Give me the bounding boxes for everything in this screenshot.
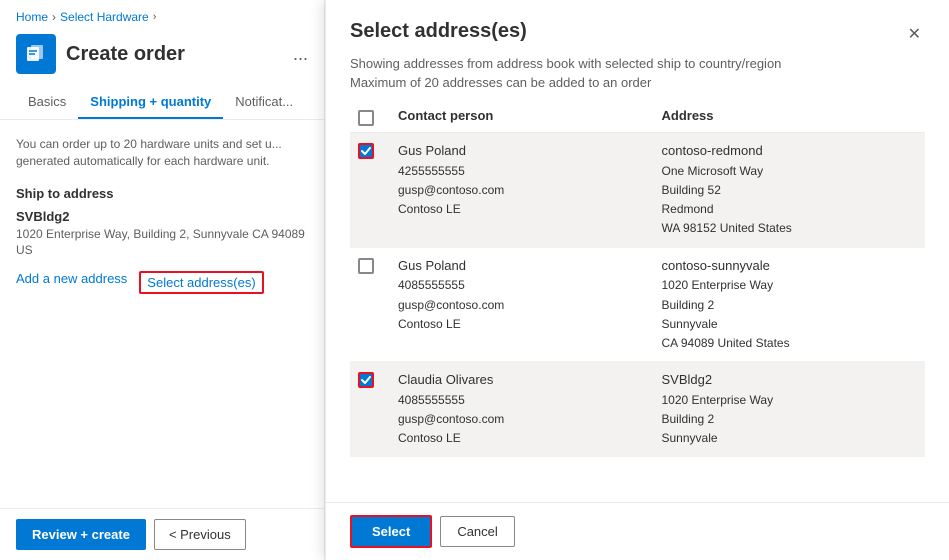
- row3-checkbox[interactable]: [358, 372, 374, 388]
- row1-address: contoso-redmond One Microsoft Way Buildi…: [662, 141, 918, 239]
- ship-section-label: Ship to address: [16, 186, 308, 201]
- breadcrumb-current[interactable]: Select Hardware: [60, 10, 149, 24]
- select-button[interactable]: Select: [350, 515, 432, 548]
- cancel-button[interactable]: Cancel: [440, 516, 514, 547]
- tab-notification[interactable]: Notificat...: [223, 86, 305, 119]
- modal-title: Select address(es): [350, 20, 527, 43]
- address-table: Contact person Address Gus Poland 425555…: [350, 102, 925, 502]
- table-row: Gus Poland 4255555555 gusp@contoso.com C…: [350, 133, 925, 248]
- review-create-button[interactable]: Review + create: [16, 519, 146, 550]
- row3-address: SVBldg2 1020 Enterprise Way Building 2 S…: [662, 370, 918, 448]
- ship-address: 1020 Enterprise Way, Building 2, Sunnyva…: [16, 226, 308, 260]
- left-panel: Home › Select Hardware › Create order ..…: [0, 0, 325, 560]
- table-header: Contact person Address: [350, 102, 925, 133]
- close-button[interactable]: ✕: [904, 20, 925, 48]
- row1-checkbox[interactable]: [358, 143, 374, 159]
- add-address-link[interactable]: Add a new address: [16, 271, 127, 294]
- breadcrumb: Home › Select Hardware ›: [0, 0, 324, 30]
- modal-desc2: Maximum of 20 addresses can be added to …: [326, 75, 949, 102]
- col-contact-header: Contact person: [398, 108, 654, 126]
- ship-name: SVBldg2: [16, 209, 308, 224]
- modal-desc1: Showing addresses from address book with…: [326, 48, 949, 75]
- row2-address: contoso-sunnyvale 1020 Enterprise Way Bu…: [662, 256, 918, 354]
- row1-contact: Gus Poland 4255555555 gusp@contoso.com C…: [398, 141, 654, 219]
- modal-header: Select address(es) ✕: [326, 0, 949, 48]
- bottom-bar: Review + create < Previous: [0, 508, 324, 560]
- select-address-link[interactable]: Select address(es): [139, 271, 263, 294]
- col-address-header: Address: [662, 108, 918, 126]
- previous-button[interactable]: < Previous: [154, 519, 246, 550]
- breadcrumb-home[interactable]: Home: [16, 10, 48, 24]
- table-row: Claudia Olivares 4085555555 gusp@contoso…: [350, 362, 925, 457]
- modal-footer: Select Cancel: [326, 502, 949, 560]
- order-icon: [16, 34, 56, 74]
- more-options[interactable]: ...: [293, 44, 308, 65]
- action-links: Add a new address Select address(es): [16, 271, 308, 294]
- order-header: Create order ...: [0, 30, 324, 86]
- tab-bar: Basics Shipping + quantity Notificat...: [0, 86, 324, 120]
- modal-panel: Select address(es) ✕ Showing addresses f…: [325, 0, 949, 560]
- panel-content: You can order up to 20 hardware units an…: [0, 120, 324, 508]
- tab-basics[interactable]: Basics: [16, 86, 78, 119]
- tab-shipping[interactable]: Shipping + quantity: [78, 86, 223, 119]
- breadcrumb-sep1: ›: [52, 10, 56, 24]
- row2-checkbox[interactable]: [358, 258, 374, 274]
- header-checkbox[interactable]: [358, 110, 374, 126]
- row3-contact: Claudia Olivares 4085555555 gusp@contoso…: [398, 370, 654, 448]
- table-row: Gus Poland 4085555555 gusp@contoso.com C…: [350, 248, 925, 363]
- page-title: Create order: [66, 43, 285, 66]
- breadcrumb-arrow: ›: [153, 11, 157, 23]
- row2-contact: Gus Poland 4085555555 gusp@contoso.com C…: [398, 256, 654, 334]
- panel-description: You can order up to 20 hardware units an…: [16, 136, 308, 170]
